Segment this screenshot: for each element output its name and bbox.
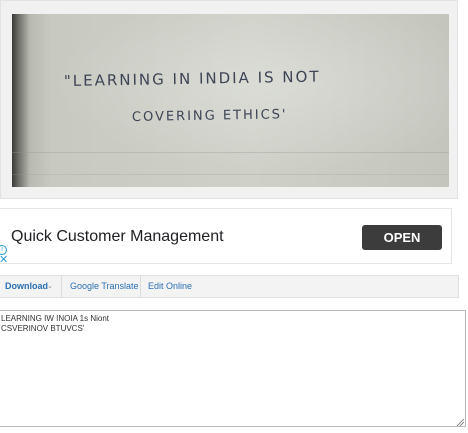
chevron-down-icon[interactable]: ⌄ [47,276,53,297]
result-toolbar: Download ⌄ Google Translate Edit Online [0,275,459,298]
edit-online-link[interactable]: Edit Online [148,276,192,297]
handwriting-line-2: COVERING ETHICS' [132,107,288,125]
download-button[interactable]: Download [5,276,48,297]
ad-title[interactable]: Quick Customer Management [11,228,224,246]
advertisement-banner[interactable]: i ✕ Quick Customer Management OPEN [0,208,452,266]
resize-grip-icon[interactable] [456,418,465,426]
handwriting-svg: "LEARNING IN INDIA IS NOT COVERING ETHIC… [64,68,321,125]
result-line: LEARNING IW INOIA 1s Niont [1,314,110,323]
ad-open-button[interactable]: OPEN [362,225,442,250]
ad-close-icon[interactable]: ✕ [0,255,8,266]
google-translate-link[interactable]: Google Translate [70,276,139,297]
handwriting-line-1: "LEARNING IN INDIA IS NOT [64,68,321,90]
result-line: CSVERINOV BTUVCS' [1,324,85,333]
image-frame: "LEARNING IN INDIA IS NOT COVERING ETHIC… [0,0,458,199]
toolbar-divider [61,276,62,297]
ocr-result-textarea[interactable]: LEARNING IW INOIA 1s Niont CSVERINOV BTU… [0,310,466,427]
uploaded-handwriting-image: "LEARNING IN INDIA IS NOT COVERING ETHIC… [12,14,449,187]
toolbar-divider [140,276,141,297]
